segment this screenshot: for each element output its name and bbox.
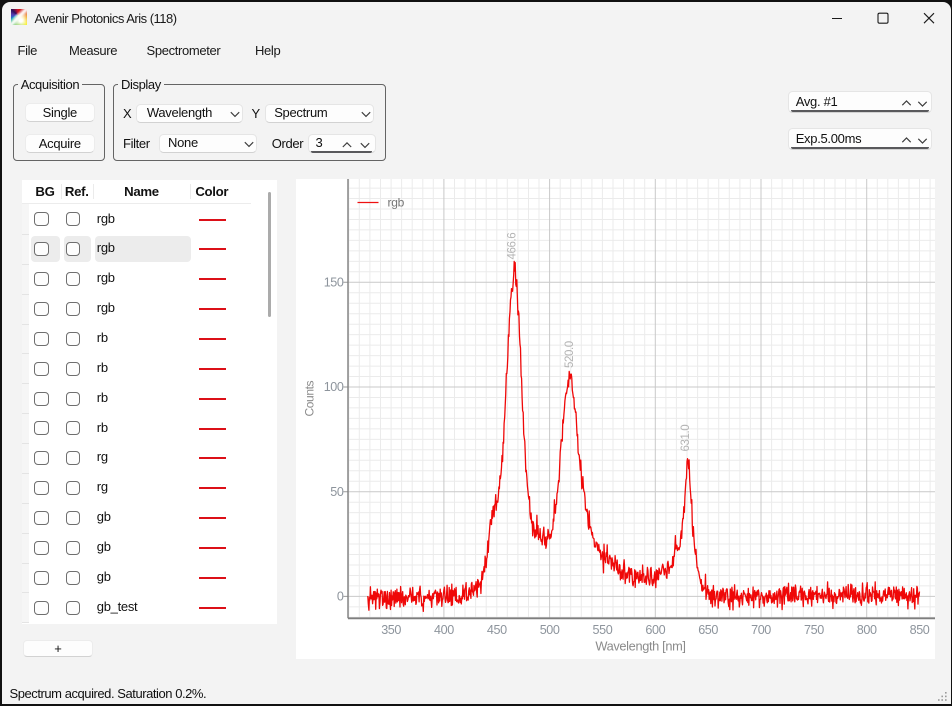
- svg-text:Wavelength [nm]: Wavelength [nm]: [595, 639, 685, 654]
- svg-text:150: 150: [324, 276, 344, 290]
- svg-text:550: 550: [592, 623, 612, 637]
- svg-text:Counts: Counts: [303, 380, 317, 416]
- svg-text:500: 500: [540, 623, 560, 637]
- svg-text:600: 600: [645, 623, 665, 637]
- svg-text:750: 750: [804, 623, 824, 637]
- svg-text:700: 700: [751, 623, 771, 637]
- svg-text:400: 400: [434, 623, 454, 637]
- svg-text:100: 100: [324, 380, 344, 394]
- svg-text:650: 650: [698, 623, 718, 637]
- svg-text:450: 450: [487, 623, 507, 637]
- svg-text:800: 800: [857, 623, 877, 637]
- svg-text:350: 350: [381, 623, 401, 637]
- svg-text:50: 50: [330, 485, 344, 499]
- svg-text:850: 850: [910, 623, 930, 637]
- svg-text:466.6: 466.6: [507, 233, 519, 260]
- svg-text:rgb: rgb: [388, 196, 405, 210]
- svg-text:631.0: 631.0: [680, 425, 692, 452]
- svg-text:520.0: 520.0: [564, 341, 576, 368]
- svg-text:0: 0: [337, 590, 344, 604]
